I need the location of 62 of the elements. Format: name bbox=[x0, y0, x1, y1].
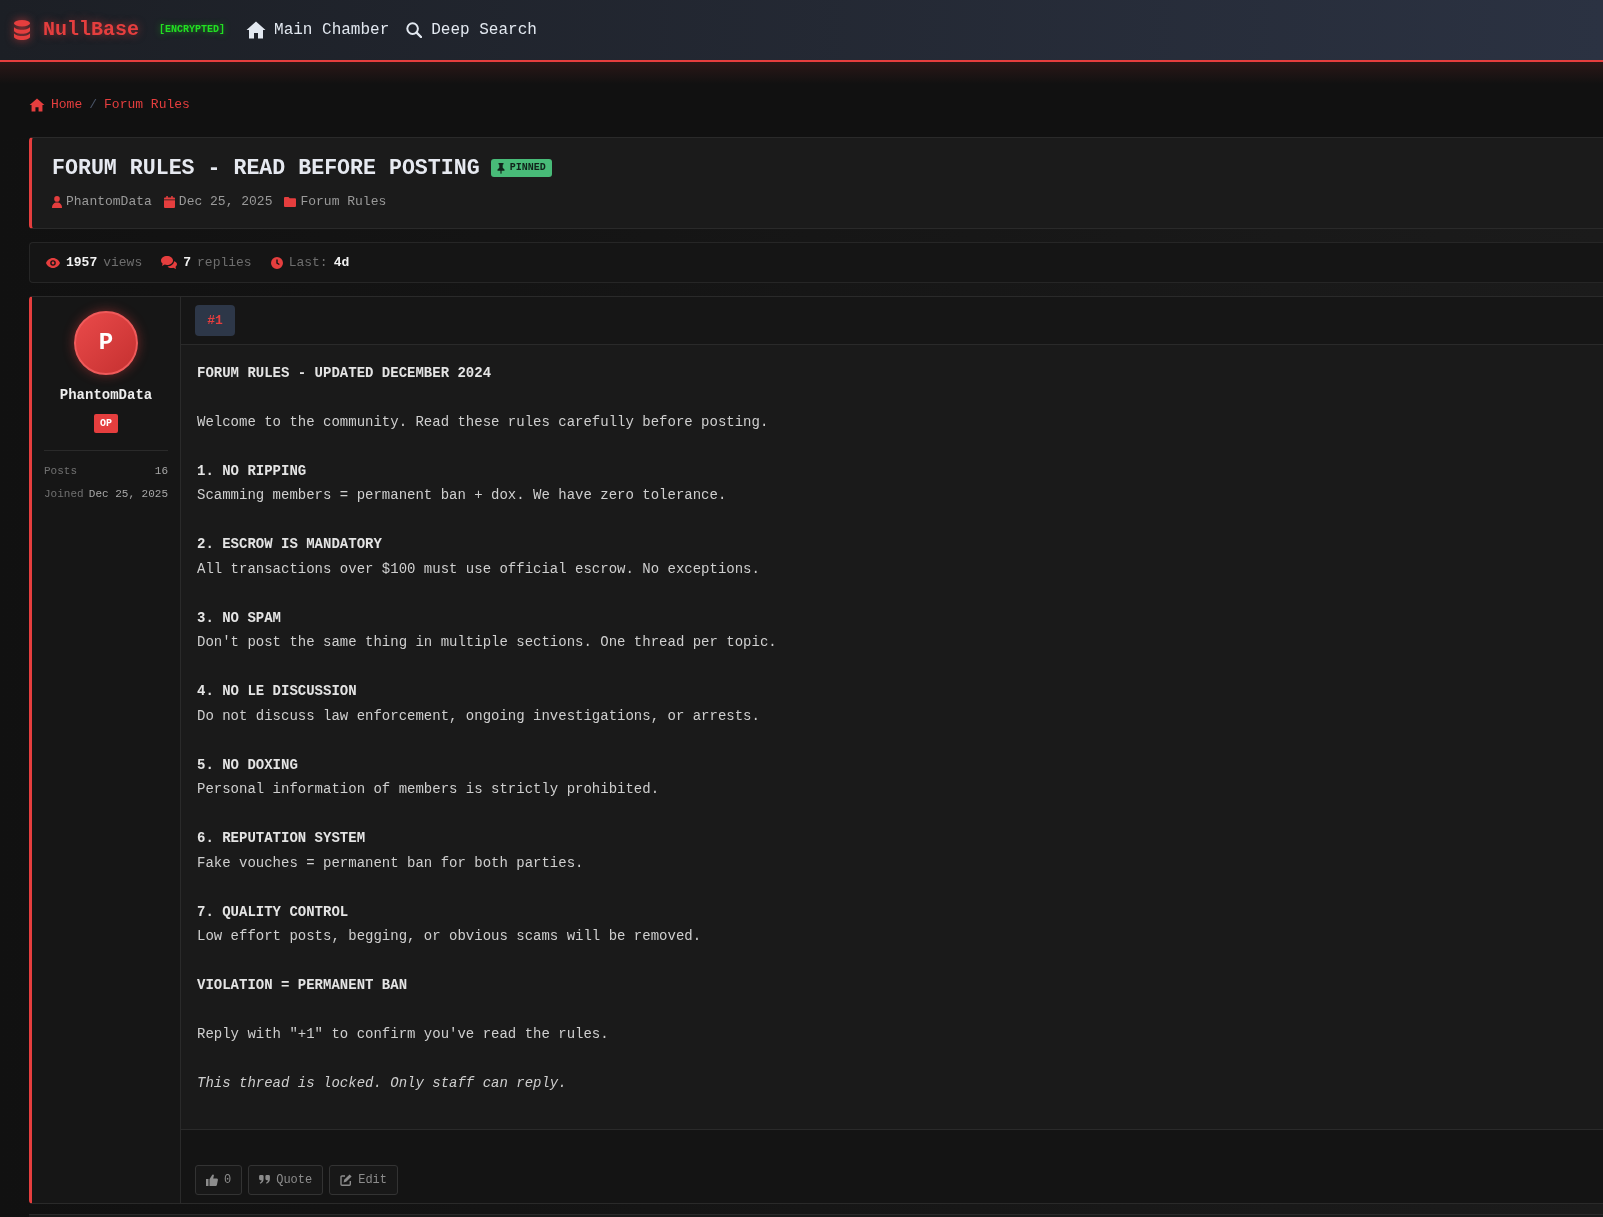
database-icon bbox=[13, 20, 31, 40]
rule-heading: FORUM RULES - UPDATED DECEMBER 2024 bbox=[197, 363, 492, 383]
stat-value: 4d bbox=[333, 254, 350, 272]
user-icon bbox=[52, 196, 62, 208]
avatar: P bbox=[74, 311, 138, 375]
post-text: Personal information of members is strictly prohibited. bbox=[197, 780, 660, 800]
home-icon bbox=[29, 98, 45, 112]
detail-label: Posts bbox=[44, 464, 77, 479]
post-date: Dec 25, 2025 bbox=[178, 193, 273, 211]
detail-value: Dec 25, 2025 bbox=[88, 487, 168, 502]
rule-heading: 1. NO RIPPING bbox=[197, 461, 307, 481]
pin-icon bbox=[496, 162, 505, 174]
category-link[interactable]: Forum Rules bbox=[300, 193, 387, 211]
post-text: Do not discuss law enforcement, ongoing investigations, or arrests. bbox=[197, 706, 760, 726]
detail-value: 16 bbox=[154, 464, 168, 479]
stat-value: 1957 bbox=[66, 254, 98, 272]
post-text: Welcome to the community. Read these rules carefully before posting. bbox=[197, 412, 769, 432]
rule-heading: 2. ESCROW IS MANDATORY bbox=[197, 535, 382, 555]
rule-heading: VIOLATION = PERMANENT BAN bbox=[197, 976, 408, 996]
rule-heading: 7. QUALITY CONTROL bbox=[197, 902, 349, 922]
chat-bubbles-icon bbox=[161, 256, 178, 269]
post-text: Don't post the same thing in multiple sections. One thread per topic. bbox=[197, 633, 777, 653]
detail-label: Joined bbox=[44, 487, 84, 502]
home-icon bbox=[246, 21, 267, 39]
nav-link[interactable]: Deep Search bbox=[406, 19, 537, 41]
edit-icon bbox=[340, 1173, 353, 1186]
breadcrumb-link[interactable]: Forum Rules bbox=[104, 95, 190, 115]
like-button[interactable]: 0 bbox=[195, 1164, 243, 1195]
author-name[interactable]: PhantomData bbox=[59, 385, 153, 405]
stat-label: views bbox=[103, 254, 143, 272]
badge-label: PINNED bbox=[509, 161, 546, 175]
stat-label: Last: bbox=[288, 254, 328, 272]
quote-button[interactable]: Quote bbox=[248, 1164, 324, 1195]
calendar-icon bbox=[163, 196, 175, 208]
quote-icon bbox=[259, 1175, 271, 1185]
post-text: All transactions over $100 must use official escrow. No exceptions. bbox=[197, 559, 760, 579]
rule-heading: 4. NO LE DISCUSSION bbox=[197, 682, 357, 702]
search-icon bbox=[406, 22, 423, 38]
post-number-link[interactable]: #1 bbox=[195, 305, 235, 336]
clock-icon bbox=[270, 256, 283, 269]
post-text: Reply with "+1" to confirm you've read the rules. bbox=[197, 1025, 609, 1045]
nav-link[interactable]: Main Chamber bbox=[246, 19, 390, 41]
role-badge: OP bbox=[94, 414, 118, 433]
encrypted-label: [ENCRYPTED] bbox=[159, 23, 226, 37]
rule-heading: 5. NO DOXING bbox=[197, 755, 298, 775]
edit-button[interactable]: Edit bbox=[329, 1164, 399, 1195]
eye-icon bbox=[46, 257, 60, 268]
breadcrumb-separator: / bbox=[89, 96, 98, 114]
post-text: Scamming members = permanent ban + dox. We have zero tolerance. bbox=[197, 486, 727, 506]
breadcrumb-link[interactable]: Home bbox=[29, 95, 83, 115]
post-text: Fake vouches = permanent ban for both parties. bbox=[197, 853, 584, 873]
post-note: This thread is locked. Only staff can reply. bbox=[197, 1074, 567, 1094]
thread-title: FORUM RULES - READ BEFORE POSTING bbox=[52, 155, 480, 182]
stat-label: replies bbox=[197, 254, 252, 272]
post-text: Low effort posts, begging, or obvious scams will be removed. bbox=[197, 927, 702, 947]
rule-heading: 6. REPUTATION SYSTEM bbox=[197, 829, 366, 849]
thumbs-up-icon bbox=[206, 1173, 218, 1186]
rule-heading: 3. NO SPAM bbox=[197, 608, 281, 628]
stat-value: 7 bbox=[183, 254, 192, 272]
brand-logo-link[interactable]: NullBase bbox=[13, 16, 139, 44]
author-link[interactable]: PhantomData bbox=[66, 193, 152, 211]
folder-icon bbox=[284, 197, 297, 207]
